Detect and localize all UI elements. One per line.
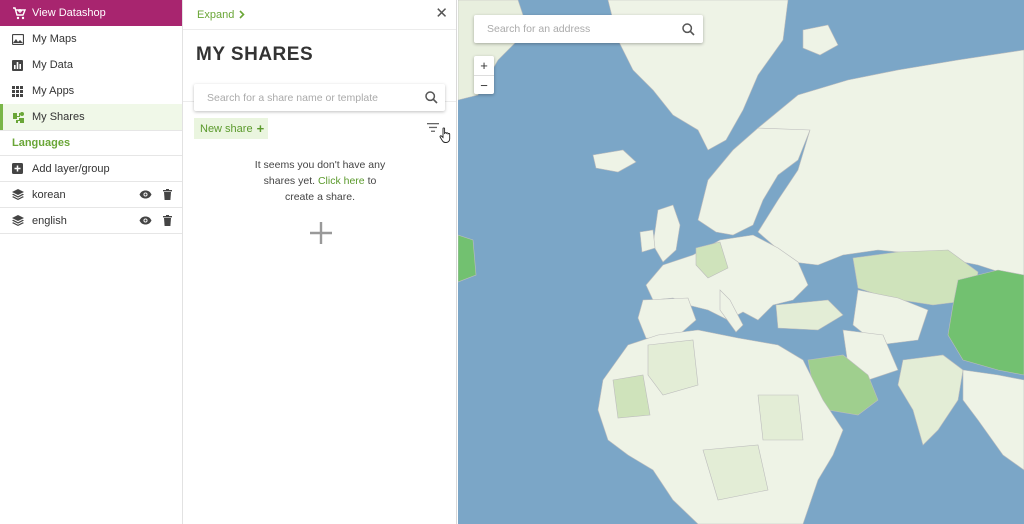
zoom-in-button[interactable]: + [474,56,494,75]
layer-name: korean [32,188,66,201]
plus-square-icon [12,163,26,174]
empty-state-message: It seems you don't have any shares yet. … [183,157,457,205]
trash-icon[interactable] [160,215,174,226]
empty-line-2: shares yet. Click here to [183,173,457,189]
expand-label: Expand [197,8,235,21]
sidebar: View Datashop My Maps My Data My Apps My… [0,0,183,524]
puzzle-share-icon [12,111,26,124]
bar-chart-icon [12,59,26,71]
sidebar-item-my-shares[interactable]: My Shares [0,104,182,130]
sort-icon[interactable] [427,123,439,135]
add-layer-group-button[interactable]: Add layer/group [0,156,182,182]
layer-row-korean[interactable]: korean [0,182,182,208]
sidebar-item-label: My Apps [32,85,75,97]
zoom-out-button[interactable]: − [474,75,494,94]
address-search-input[interactable] [474,15,673,43]
layer-row-english[interactable]: english [0,208,182,234]
empty-line-2-suffix: to [367,175,377,187]
land-greenland-green-edge [458,234,477,283]
trash-icon[interactable] [160,189,174,200]
my-shares-panel: Expand ✕ MY SHARES New share + It seems … [183,0,457,524]
layers-icon [12,215,26,226]
land-ireland [639,229,656,253]
sidebar-item-label: My Data [32,59,73,71]
layers-icon [12,189,26,200]
close-icon[interactable]: ✕ [435,6,448,21]
create-share-plus-icon[interactable] [309,221,333,248]
expand-button[interactable]: Expand [197,9,245,21]
sidebar-item-label: My Shares [32,111,85,123]
new-share-button[interactable]: New share + [194,118,268,139]
search-icon[interactable] [673,22,703,36]
share-search-box [194,84,445,111]
sidebar-item-label: My Maps [32,33,77,45]
datashop-label: View Datashop [32,7,106,19]
address-search-box [474,15,703,43]
new-share-label: New share [200,122,253,135]
empty-line-2-prefix: shares yet. [263,175,316,187]
panel-header-bar: Expand [183,0,456,30]
land-sudan [757,394,804,441]
cart-icon [12,6,26,20]
empty-line-1: It seems you don't have any [254,159,386,171]
sidebar-item-my-apps[interactable]: My Apps [0,78,182,104]
languages-heading: Languages [0,130,182,156]
grid-icon [12,85,26,97]
eye-icon[interactable] [138,216,152,225]
map-view[interactable]: + − [458,0,1024,524]
layer-name: english [32,214,67,227]
share-search-input[interactable] [194,84,417,111]
add-layer-label: Add layer/group [32,162,110,175]
world-map-canvas[interactable] [458,0,1024,524]
eye-icon[interactable] [138,190,152,199]
view-datashop-button[interactable]: View Datashop [0,0,182,26]
search-icon[interactable] [417,91,445,104]
page-title-text: MY SHARES [196,44,314,65]
empty-line-3: create a share. [284,191,356,203]
chevron-right-icon [239,10,245,19]
sidebar-item-my-maps[interactable]: My Maps [0,26,182,52]
plus-icon: + [256,121,265,136]
image-icon [12,33,26,45]
hand-cursor-icon [439,127,452,146]
click-here-link[interactable]: Click here [318,175,365,187]
sidebar-item-my-data[interactable]: My Data [0,52,182,78]
zoom-control: + − [474,56,494,94]
